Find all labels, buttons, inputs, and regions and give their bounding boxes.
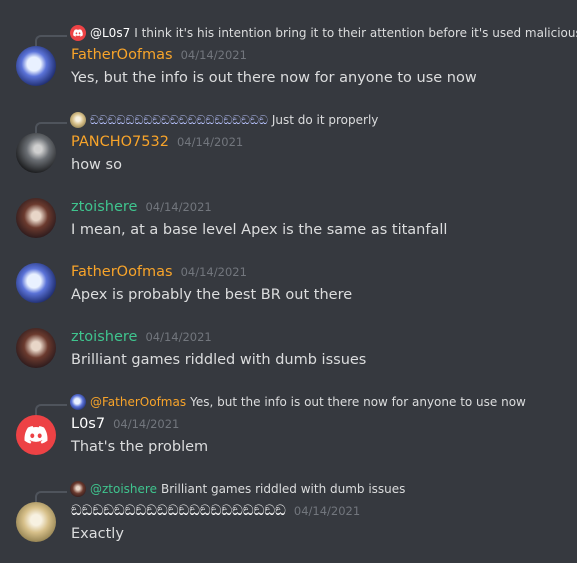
username[interactable]: FatherOofmas <box>71 264 173 280</box>
message-text: Exactly <box>71 526 124 542</box>
message-text: Brilliant games riddled with dumb issues <box>71 352 367 368</box>
reply-author[interactable]: ඞඞඞඞඞඞඞඞඞඞඞඞඞඞඞඞඞඞඞඞ <box>90 113 268 128</box>
discord-logo-icon[interactable] <box>16 415 56 455</box>
user-avatar-pancho[interactable] <box>16 133 56 173</box>
username[interactable]: ඞඞඞඞඞඞඞඞඞඞඞඞඞඞඞඞඞඞඞඞ <box>71 503 286 519</box>
message-header: ztoishere 04/14/2021 <box>71 199 212 219</box>
timestamp: 04/14/2021 <box>145 200 212 214</box>
user-avatar-fatheroofmas[interactable] <box>16 46 56 86</box>
message-header: ztoishere 04/14/2021 <box>71 329 212 349</box>
user-avatar-blonde[interactable] <box>16 502 56 542</box>
reply-author[interactable]: @L0s7 <box>90 26 130 40</box>
reply-text[interactable]: I think it's his intention bring it to t… <box>134 26 577 40</box>
discord-logo-icon <box>70 25 86 41</box>
message-text: Apex is probably the best BR out there <box>71 287 353 303</box>
timestamp: 04/14/2021 <box>180 265 247 279</box>
reply-connector <box>35 122 67 133</box>
reply-text[interactable]: Yes, but the info is out there now for a… <box>190 395 526 409</box>
user-avatar-blonde <box>70 112 86 128</box>
message-text: That's the problem <box>71 439 209 455</box>
user-avatar-fatheroofmas <box>70 394 86 410</box>
reply-preview[interactable]: ඞඞඞඞඞඞඞඞඞඞඞඞඞඞඞඞඞඞඞඞ Just do it properly <box>70 112 378 128</box>
timestamp: 04/14/2021 <box>293 504 361 518</box>
username[interactable]: FatherOofmas <box>71 47 173 63</box>
message-header: L0s7 04/14/2021 <box>71 416 179 436</box>
message-text: I mean, at a base level Apex is the same… <box>71 222 448 238</box>
reply-connector <box>35 35 67 46</box>
message-text: how so <box>71 157 122 173</box>
username[interactable]: L0s7 <box>71 416 105 432</box>
user-avatar-ztoishere[interactable] <box>16 198 56 238</box>
username[interactable]: ztoishere <box>71 329 137 345</box>
message-text: Yes, but the info is out there now for a… <box>71 70 477 86</box>
username[interactable]: PANCHO7532 <box>71 134 169 150</box>
username[interactable]: ztoishere <box>71 199 137 215</box>
timestamp: 04/14/2021 <box>145 330 212 344</box>
user-avatar-ztoishere[interactable] <box>16 328 56 368</box>
message-header: PANCHO7532 04/14/2021 <box>71 134 243 154</box>
timestamp: 04/14/2021 <box>113 417 180 431</box>
reply-preview[interactable]: @FatherOofmas Yes, but the info is out t… <box>70 394 526 410</box>
reply-text[interactable]: Brilliant games riddled with dumb issues <box>161 482 405 496</box>
timestamp: 04/14/2021 <box>176 135 244 149</box>
reply-text[interactable]: Just do it properly <box>272 113 379 127</box>
reply-author[interactable]: @ztoishere <box>90 482 157 496</box>
reply-author[interactable]: @FatherOofmas <box>90 395 186 409</box>
user-avatar-ztoishere <box>70 481 86 497</box>
reply-preview[interactable]: @L0s7 I think it's his intention bring i… <box>70 25 577 41</box>
chat-message-list: @L0s7 I think it's his intention bring i… <box>0 0 577 563</box>
message-header: FatherOofmas 04/14/2021 <box>71 47 247 67</box>
reply-connector <box>35 491 67 502</box>
message-header: FatherOofmas 04/14/2021 <box>71 264 247 284</box>
reply-connector <box>35 404 67 415</box>
timestamp: 04/14/2021 <box>180 48 247 62</box>
user-avatar-fatheroofmas[interactable] <box>16 263 56 303</box>
message-header: ඞඞඞඞඞඞඞඞඞඞඞඞඞඞඞඞඞඞඞඞ 04/14/2021 <box>71 503 360 523</box>
reply-preview[interactable]: @ztoishere Brilliant games riddled with … <box>70 481 405 497</box>
